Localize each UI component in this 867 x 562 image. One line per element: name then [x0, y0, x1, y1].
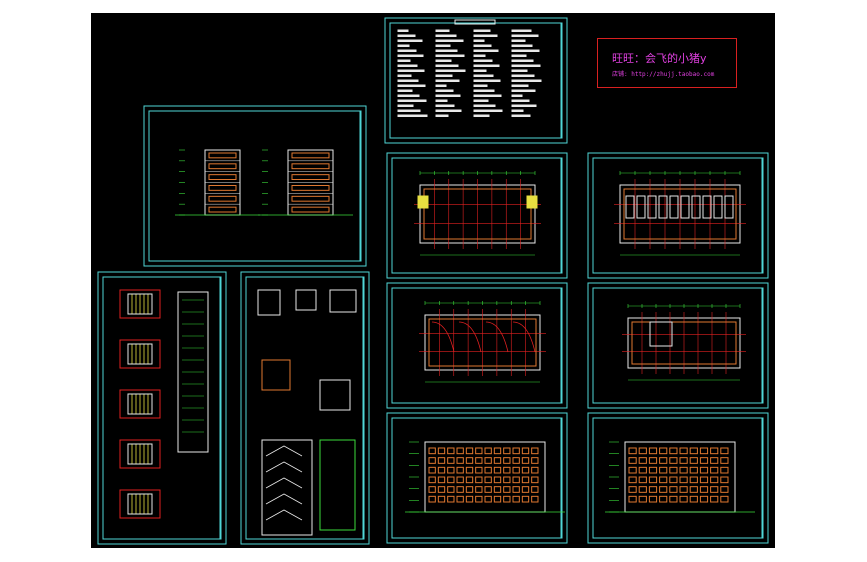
watermark-contact: 旺旺：会飞的小猪y — [612, 52, 707, 65]
sheet-side-elevation — [587, 412, 769, 544]
watermark-box: 旺旺：会飞的小猪y 店铺: http://zhujj.taobao.com — [597, 38, 737, 88]
sheet-floor-plan-1 — [386, 152, 568, 279]
watermark-shop-url: 店铺: http://zhujj.taobao.com — [612, 71, 715, 78]
sheet-front-elevation — [386, 412, 568, 544]
sheet-stair-plans — [97, 271, 227, 545]
sheet-floor-plan-3 — [587, 282, 769, 409]
